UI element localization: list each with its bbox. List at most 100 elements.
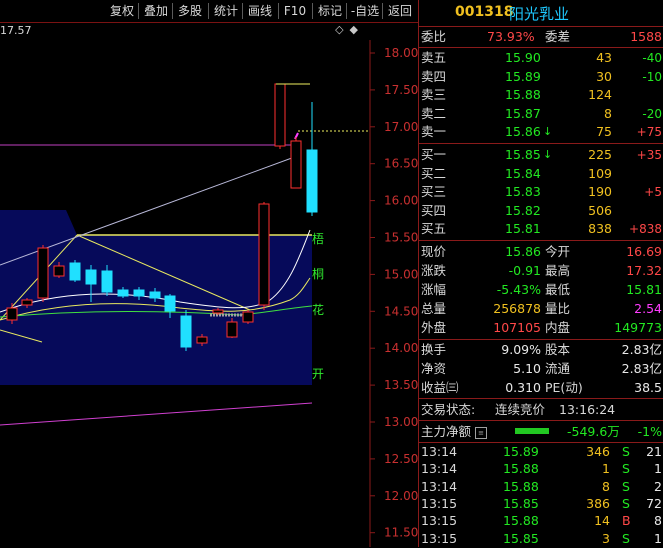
toolbar-button[interactable]: 统计: [210, 2, 242, 20]
candle-body: [242, 311, 254, 323]
order-price: 15.88: [505, 87, 541, 102]
order-volume: 109: [588, 165, 612, 181]
candle-body: [6, 307, 18, 321]
stat-label: PE(动): [545, 380, 583, 395]
toolbar-separator: [382, 3, 383, 19]
candle-body: [164, 295, 176, 312]
toolbar-button[interactable]: 叠加: [140, 2, 172, 20]
order-row[interactable]: 卖五 15.90 43 -40: [419, 49, 663, 67]
candle-body: [274, 83, 286, 147]
long-ma-line: [0, 402, 313, 426]
main-flow-bar: [515, 428, 549, 434]
candle-body: [196, 336, 208, 344]
candle-body: [290, 140, 302, 189]
main-flow-row: 主力净额 ≡ -549.6万 -1%: [419, 423, 663, 441]
stat-label: 量比: [545, 301, 571, 316]
current-price-label: 17.57: [0, 24, 32, 37]
divider: [419, 143, 663, 144]
trade-status-row: 交易状态: 连续竞价 13:16:24: [419, 401, 663, 419]
side-characters: 梧桐花开: [312, 231, 324, 381]
candle-body: [212, 309, 224, 314]
y-tick-label: 14.50: [384, 304, 418, 318]
tick-time: 13:14: [421, 461, 458, 477]
trade-status: 连续竞价: [495, 402, 546, 417]
stock-name: 阳光乳业: [509, 5, 570, 23]
order-price: 15.81: [505, 221, 541, 236]
weicha-value: 1588: [630, 29, 662, 44]
stat-label: 涨跌: [421, 263, 447, 278]
order-row[interactable]: 卖四 15.89 30 -10: [419, 68, 663, 86]
order-row[interactable]: 买一 15.85 ↓ 225 +35: [419, 146, 663, 164]
y-tick-label: 17.50: [384, 83, 418, 97]
order-label: 买三: [421, 184, 447, 199]
toolbar-button[interactable]: F10: [280, 2, 310, 20]
order-row[interactable]: 卖三 15.88 124: [419, 86, 663, 104]
stat-label: 净资: [421, 361, 447, 376]
stat-value: -0.91: [508, 263, 541, 278]
toolbar-button[interactable]: 多股: [174, 2, 206, 20]
tick-volume: 346: [586, 444, 610, 459]
main-flow-pct: -1%: [637, 424, 662, 439]
order-row[interactable]: 卖二 15.87 8 -20: [419, 105, 663, 123]
order-row[interactable]: 买四 15.82 506: [419, 202, 663, 220]
toolbar-button[interactable]: 画线: [244, 2, 276, 20]
divider: [419, 339, 663, 340]
tick-time: 13:14: [421, 444, 458, 459]
tick-row: 13:15 15.88 14 B 8: [419, 512, 663, 530]
stat-value: 17.32: [626, 263, 662, 278]
divider: [419, 420, 663, 421]
order-row[interactable]: 买三 15.83 190 +5: [419, 183, 663, 201]
stat-value: 16.69: [626, 244, 662, 259]
candle-body: [226, 321, 238, 338]
candle-body: [149, 291, 161, 299]
stat-label: 流通: [545, 361, 571, 376]
tick-price: 15.88: [503, 461, 539, 477]
diamond-outline-icon[interactable]: ◇: [335, 23, 349, 36]
stat-value: 15.81: [626, 282, 662, 297]
order-price: 15.82: [505, 202, 541, 218]
tick-volume: 8: [602, 478, 610, 494]
order-volume: 190: [588, 184, 612, 199]
stat-value: 107105: [493, 320, 541, 335]
down-arrow-icon: ↓: [543, 148, 553, 161]
diamond-filled-icon[interactable]: ◆: [350, 23, 364, 36]
toolbar-button[interactable]: 返回: [384, 2, 416, 20]
stat-value: 5.10: [513, 361, 541, 376]
tick-volume: 14: [594, 513, 610, 529]
stock-code: 001318: [455, 4, 514, 20]
toolbar-button[interactable]: -自选: [348, 2, 382, 20]
down-arrow-icon: ↓: [543, 125, 553, 138]
stat-label: 涨幅: [421, 282, 447, 297]
stat-value: 15.86: [505, 244, 541, 259]
weibi-label: 委比: [421, 29, 447, 44]
toolbar-separator: [312, 3, 313, 19]
tick-time: 13:14: [421, 478, 458, 494]
order-row[interactable]: 卖一 15.86 ↓ 75 +75: [419, 123, 663, 141]
stat-label: 现价: [421, 244, 447, 259]
order-row[interactable]: 买五 15.81 838 +838: [419, 220, 663, 238]
tick-row: 13:14 15.88 8 S 2: [419, 478, 663, 496]
toolbar-separator: [346, 3, 347, 19]
candle-body: [85, 269, 97, 285]
stat-value: 2.83亿: [621, 342, 662, 357]
order-volume: 30: [596, 68, 612, 84]
candlestick-chart[interactable]: 18.00 17.50 17.00 16.50 16.00 15.50 15.00 14.50…: [0, 40, 418, 547]
candle-body: [21, 299, 33, 306]
stat-value: 2.83亿: [621, 361, 662, 376]
order-price: 15.90: [505, 50, 541, 65]
order-volume: 8: [604, 105, 612, 121]
divider: [419, 398, 663, 399]
tick-count: 72: [646, 495, 662, 511]
toolbar-button[interactable]: 标记: [314, 2, 346, 20]
main-flow-label: 主力净额: [421, 424, 472, 439]
list-icon[interactable]: ≡: [475, 427, 487, 439]
order-row[interactable]: 买二 15.84 109: [419, 165, 663, 183]
order-label: 卖五: [421, 50, 447, 65]
stat-label: 换手: [421, 342, 447, 357]
stat-row: 现价 15.86 今开 16.69: [419, 243, 663, 261]
order-volume: 124: [588, 87, 612, 102]
stat-value: 149773: [614, 320, 662, 335]
toolbar-button[interactable]: 复权: [106, 2, 138, 20]
stat-value: 256878: [493, 301, 541, 316]
chart-header-icons[interactable]: ◇◆: [335, 23, 364, 36]
